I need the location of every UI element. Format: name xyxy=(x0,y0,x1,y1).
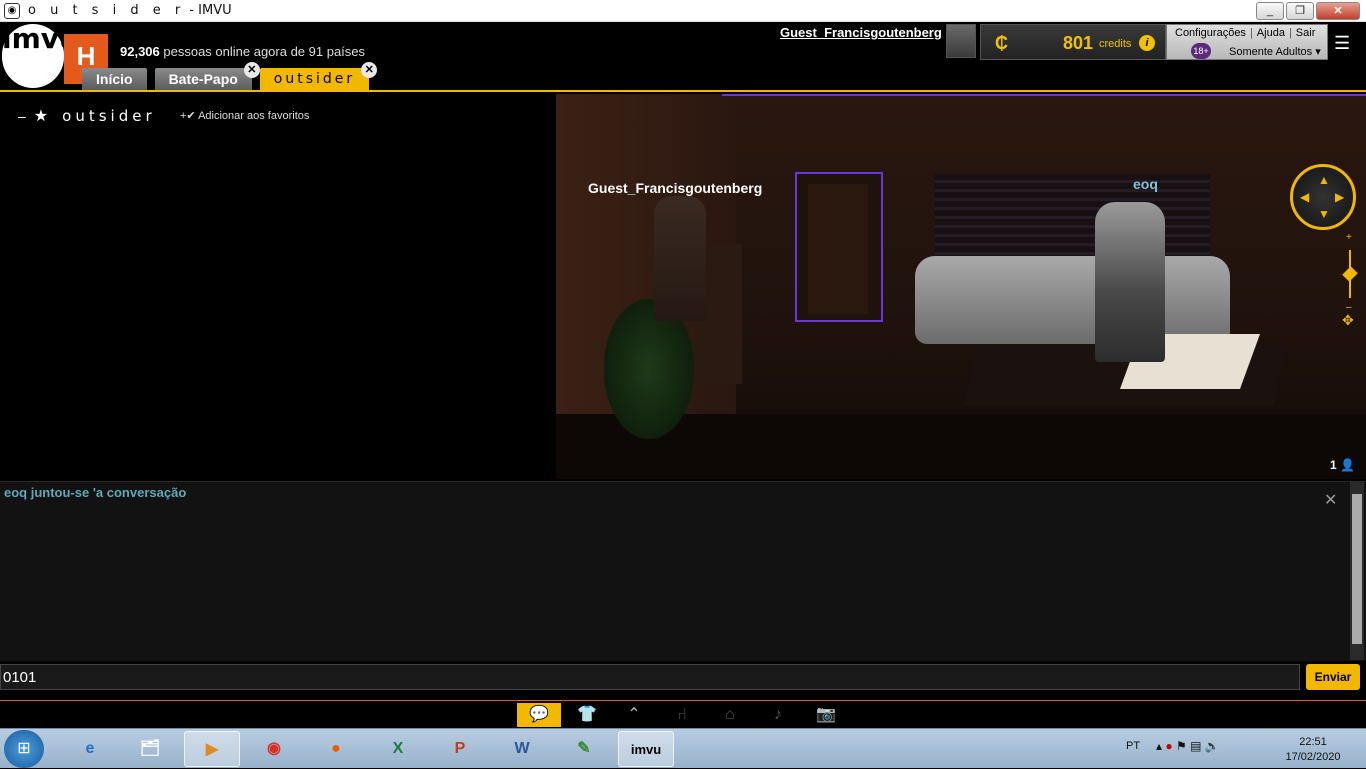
chat-log: eoq juntou-se 'a conversação ✕ xyxy=(0,481,1366,661)
tab-bar: Início Bate-Papo ✕ outsider ✕ xyxy=(82,62,378,90)
room-3d-view[interactable]: Guest_Francisgoutenberg eoq – ★ outsider… xyxy=(0,94,1366,479)
credits-label: credits xyxy=(1099,38,1132,50)
zoom-slider[interactable]: + – xyxy=(1342,232,1358,313)
add-favorites-link[interactable]: +✔ Adicionar aos favoritos xyxy=(180,109,309,122)
avatar-nametag-eoq[interactable]: eoq xyxy=(1133,176,1158,192)
music-icon[interactable]: ♪ xyxy=(756,703,800,727)
word-icon[interactable]: W xyxy=(494,731,550,767)
username-link[interactable]: Guest_Francisgoutenberg xyxy=(780,25,942,40)
imvu-logo[interactable]: imvu xyxy=(0,22,79,90)
close-tab-icon[interactable]: ✕ xyxy=(243,62,260,78)
system-clock[interactable]: 22:51 17/02/2020 xyxy=(1282,735,1344,765)
star-icon: ★ xyxy=(33,108,49,125)
nav-left-icon[interactable]: ◀ xyxy=(1300,190,1309,204)
shirt-icon[interactable]: 👕 xyxy=(565,703,609,727)
adult-badge-icon: 18+ xyxy=(1191,43,1211,59)
home-icon[interactable]: ⌂ xyxy=(708,703,752,727)
header-divider xyxy=(0,90,1366,92)
start-button[interactable]: ⊞ xyxy=(4,730,44,768)
internet-explorer-icon[interactable]: e xyxy=(62,731,118,767)
close-window-button[interactable]: ✕ xyxy=(1316,2,1360,20)
excel-icon[interactable]: X xyxy=(370,731,426,767)
door-panel xyxy=(808,184,868,314)
clock-time: 22:51 xyxy=(1299,736,1327,748)
maximize-button[interactable]: ❐ xyxy=(1286,2,1314,20)
room-title-row: – ★ outsider xyxy=(18,106,156,126)
tab-outsider[interactable]: outsider ✕ xyxy=(259,62,378,90)
zoom-in-icon[interactable]: + xyxy=(1346,232,1352,243)
credits-info-icon[interactable]: i xyxy=(1139,35,1155,51)
credits-coin-icon: ₵ xyxy=(995,33,1008,53)
flag-icon[interactable]: ⚑ xyxy=(1176,739,1187,753)
chat-input[interactable] xyxy=(0,664,1300,690)
credits-amount: 801 xyxy=(1063,33,1094,53)
chat-message: eoq juntou-se 'a conversação xyxy=(4,485,187,500)
online-count-text: 92,306 pessoas online agora de 91 países xyxy=(120,44,366,59)
windows-taskbar: ⊞ e 🗂 ▶ ◉ ● X P W ✎ imvu PT ▴ ● ⚑ ▤ 🔊 22… xyxy=(0,728,1366,768)
bookshelf xyxy=(700,244,742,384)
language-indicator[interactable]: PT xyxy=(1126,740,1140,752)
tray-icons[interactable]: ▴ ● ⚑ ▤ 🔊 xyxy=(1156,739,1220,753)
minimize-button[interactable]: _ xyxy=(1256,2,1284,20)
volume-icon[interactable]: 🔊 xyxy=(1205,739,1220,753)
ceiling-neon xyxy=(722,94,1366,116)
powerpoint-icon[interactable]: P xyxy=(432,731,488,767)
media-player-icon[interactable]: ▶ xyxy=(184,731,240,767)
avatar-eoq[interactable] xyxy=(1095,202,1165,362)
sofa[interactable] xyxy=(915,256,1230,344)
collapse-toggle[interactable]: – xyxy=(18,108,26,124)
window-titlebar: ◉ o u t s i d e r - IMVU _ ❐ ✕ xyxy=(0,0,1366,22)
avatar-guest[interactable] xyxy=(654,196,706,321)
adult-only-dropdown[interactable]: Somente Adultos ▾ xyxy=(1229,45,1321,58)
avatar-nametag-guest[interactable]: Guest_Francisgoutenberg xyxy=(588,180,762,196)
account-menu-panel: Configurações | Ajuda | Sair 18+ Somente Adu… xyxy=(1166,24,1328,60)
close-chat-icon[interactable]: ✕ xyxy=(1324,490,1337,510)
nav-right-icon[interactable]: ▶ xyxy=(1335,190,1344,204)
firefox-icon[interactable]: ● xyxy=(308,731,364,767)
logout-link[interactable]: Sair xyxy=(1296,27,1316,39)
clock-date: 17/02/2020 xyxy=(1285,751,1341,763)
zoom-slider-knob[interactable] xyxy=(1342,266,1358,282)
notepad-icon[interactable]: ✎ xyxy=(556,731,612,767)
chrome-icon[interactable]: ◉ xyxy=(246,731,302,767)
window-title: o u t s i d e r - IMVU xyxy=(28,3,232,18)
help-link[interactable]: Ajuda xyxy=(1257,27,1285,39)
chat-icon[interactable]: 💬 xyxy=(517,703,561,727)
camera-navigation-control[interactable]: ▲ ▼ ◀ ▶ xyxy=(1290,164,1356,230)
chat-scrollbar[interactable] xyxy=(1350,482,1364,660)
imvu-header: imvu H 92,306 pessoas online agora de 91… xyxy=(0,22,1366,92)
tab-bate-papo[interactable]: Bate-Papo ✕ xyxy=(154,62,260,90)
antivirus-icon[interactable]: ● xyxy=(1165,739,1172,753)
people-count[interactable]: 1 👤 xyxy=(1330,458,1355,472)
settings-link[interactable]: Configurações xyxy=(1175,27,1246,39)
imvu-taskbar-icon[interactable]: imvu xyxy=(618,731,674,767)
hamburger-menu-icon[interactable]: ☰ xyxy=(1334,34,1358,52)
room-name: outsider xyxy=(62,107,156,125)
expand-view-icon[interactable]: ✥ xyxy=(1342,312,1354,329)
tab-inicio[interactable]: Início xyxy=(82,68,147,90)
bottom-toolbar: 💬 👕 ⌃ ⑁ ⌂ ♪ 📷 xyxy=(0,700,1366,728)
hanger-icon[interactable]: ⌃ xyxy=(612,703,656,727)
credits-panel[interactable]: ₵ 801 credits i xyxy=(980,24,1166,60)
camera-icon[interactable]: 📷 xyxy=(804,703,848,727)
network-icon[interactable]: ▤ xyxy=(1190,739,1201,753)
nav-down-icon[interactable]: ▼ xyxy=(1318,207,1330,221)
chair-icon[interactable]: ⑁ xyxy=(660,703,704,727)
close-tab-icon[interactable]: ✕ xyxy=(361,62,378,78)
imvu-app-icon: ◉ xyxy=(4,3,20,19)
file-explorer-icon[interactable]: 🗂 xyxy=(122,731,178,767)
chat-input-row: Enviar xyxy=(0,664,1366,692)
people-icon: 👤 xyxy=(1340,458,1355,472)
user-avatar-thumbnail[interactable] xyxy=(946,24,976,58)
nav-up-icon[interactable]: ▲ xyxy=(1318,173,1330,187)
send-button[interactable]: Enviar xyxy=(1306,664,1360,690)
